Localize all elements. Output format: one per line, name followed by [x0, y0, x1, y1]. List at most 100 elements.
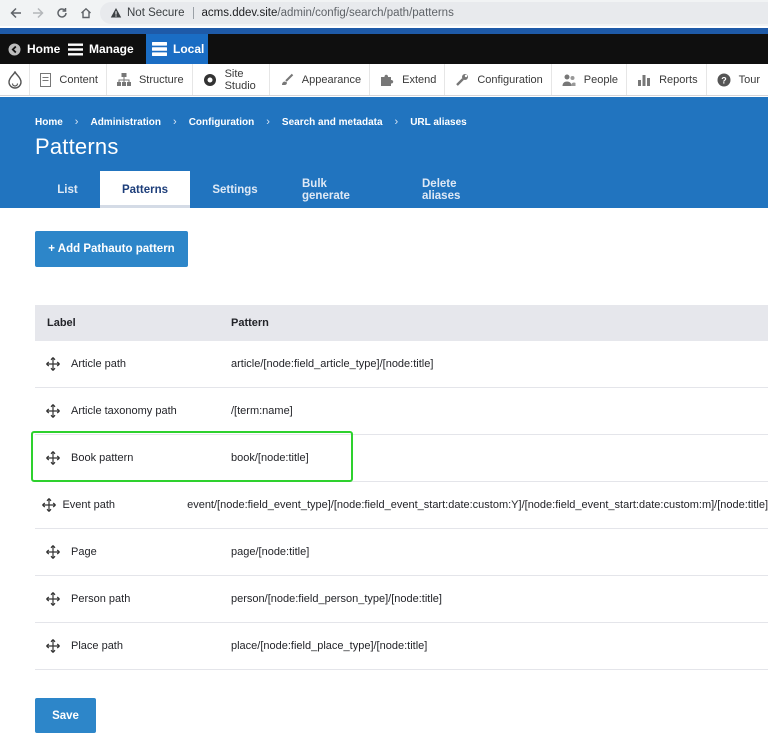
tab-patterns[interactable]: Patterns — [100, 171, 190, 208]
menu-content-label: Content — [59, 73, 98, 86]
row-label[interactable]: Place path — [71, 640, 220, 652]
breadcrumb-search-metadata[interactable]: Search and metadata — [282, 117, 383, 128]
breadcrumb-configuration[interactable]: Configuration — [189, 117, 255, 128]
row-label[interactable]: Article taxonomy path — [71, 405, 220, 417]
url-divider — [192, 7, 194, 19]
forward-arrow-icon[interactable] — [28, 3, 48, 23]
menu-configuration[interactable]: Configuration — [444, 64, 550, 95]
people-icon — [562, 73, 576, 87]
breadcrumb-administration[interactable]: Administration — [90, 117, 161, 128]
browser-accent-strip — [0, 26, 768, 34]
row-label[interactable]: Event path — [62, 499, 176, 511]
row-pattern: page/[node:title] — [231, 546, 310, 558]
back-arrow-icon[interactable] — [6, 3, 26, 23]
row-label[interactable]: Person path — [71, 593, 220, 605]
row-label[interactable]: Page — [71, 546, 220, 558]
tab-list[interactable]: List — [35, 171, 100, 208]
admin-menu-tray: Content Structure Site Studio Appearance… — [0, 64, 768, 96]
menu-tour-label: Tour — [738, 73, 760, 86]
drag-handle-icon[interactable] — [35, 404, 71, 418]
column-header-label: Label — [47, 317, 76, 329]
breadcrumb: Home › Administration › Configuration › … — [35, 116, 467, 128]
add-pathauto-pattern-button[interactable]: + Add Pathauto pattern — [35, 231, 188, 267]
drag-handle-icon[interactable] — [35, 498, 62, 512]
drag-handle-icon[interactable] — [35, 592, 71, 606]
puzzle-icon — [380, 73, 394, 87]
menu-reports[interactable]: Reports — [626, 64, 706, 95]
address-bar[interactable]: Not Secure acms.ddev.site/admin/config/s… — [100, 2, 768, 24]
bar-chart-icon — [637, 73, 651, 87]
tab-bulk-generate[interactable]: Bulk generate — [280, 171, 400, 208]
hamburger-icon — [68, 43, 83, 56]
toolbar-manage-label: Manage — [89, 42, 134, 56]
row-label[interactable]: Book pattern — [71, 452, 220, 464]
home-icon[interactable] — [76, 3, 96, 23]
row-pattern: book/[node:title] — [231, 452, 309, 464]
column-header-pattern: Pattern — [231, 317, 269, 329]
server-icon — [152, 42, 167, 56]
row-label[interactable]: Article path — [71, 358, 220, 370]
menu-configuration-label: Configuration — [477, 73, 543, 86]
row-pattern: event/[node:field_event_type]/[node:fiel… — [187, 499, 768, 511]
drag-handle-icon[interactable] — [35, 639, 71, 653]
drag-handle-icon[interactable] — [35, 357, 71, 371]
page-header: Home › Administration › Configuration › … — [0, 97, 768, 208]
breadcrumb-url-aliases[interactable]: URL aliases — [410, 117, 467, 128]
admin-toolbar: Home Manage Local — [0, 34, 768, 64]
save-button[interactable]: Save — [35, 698, 96, 733]
toolbar-local-label: Local — [173, 42, 205, 56]
security-label: Not Secure — [127, 7, 185, 19]
toolbar-home-label: Home — [27, 42, 61, 56]
structure-icon — [116, 73, 131, 86]
menu-appearance-label: Appearance — [301, 73, 362, 86]
menu-extend[interactable]: Extend — [369, 64, 444, 95]
table-row: Article path article/[node:field_article_… — [35, 341, 768, 388]
table-header: Label Pattern — [35, 305, 768, 341]
primary-tabs: List Patterns Settings Bulk generate Del… — [35, 171, 520, 208]
toolbar-home[interactable]: Home — [0, 34, 64, 64]
drag-handle-icon[interactable] — [35, 545, 71, 559]
table-row: Person path person/[node:field_person_typ… — [35, 576, 768, 623]
row-pattern: place/[node:field_place_type]/[node:titl… — [231, 640, 428, 652]
patterns-table: Label Pattern Article path article/[node:… — [35, 305, 768, 670]
menu-structure[interactable]: Structure — [105, 64, 192, 95]
menu-site-studio-label: Site Studio — [224, 67, 256, 92]
url-host: acms.ddev.site — [201, 7, 278, 19]
document-icon — [40, 72, 52, 87]
breadcrumb-home[interactable]: Home — [35, 117, 63, 128]
table-body: Article path article/[node:field_article_… — [35, 341, 768, 670]
breadcrumb-separator: › — [74, 116, 79, 128]
help-icon: ? — [717, 73, 731, 87]
menu-tour[interactable]: ? Tour — [705, 64, 768, 95]
menu-structure-label: Structure — [138, 73, 184, 86]
menu-content[interactable]: Content — [29, 64, 106, 95]
menu-reports-label: Reports — [659, 73, 698, 86]
reload-icon[interactable] — [52, 3, 72, 23]
tab-delete-aliases[interactable]: Delete aliases — [400, 171, 520, 208]
url-path: /admin/config/search/path/patterns — [277, 7, 454, 19]
table-row: Event path event/[node:field_event_type]/… — [35, 482, 768, 529]
row-pattern: /[term:name] — [231, 405, 293, 417]
browser-bar: Not Secure acms.ddev.site/admin/config/s… — [0, 0, 768, 26]
drag-handle-icon[interactable] — [35, 451, 71, 465]
menu-people-label: People — [583, 73, 619, 86]
site-studio-icon — [203, 73, 217, 87]
table-row: Article taxonomy path /[term:name] — [35, 388, 768, 435]
menu-people[interactable]: People — [550, 64, 626, 95]
menu-site-studio[interactable]: Site Studio — [191, 64, 269, 95]
warning-icon — [110, 7, 122, 19]
breadcrumb-separator: › — [173, 116, 177, 128]
tab-settings[interactable]: Settings — [190, 171, 280, 208]
svg-text:?: ? — [721, 75, 727, 85]
row-pattern: person/[node:field_person_type]/[node:ti… — [231, 593, 442, 605]
table-row: Book pattern book/[node:title] — [35, 435, 768, 482]
menu-appearance[interactable]: Appearance — [268, 64, 369, 95]
drupal-drop-icon[interactable] — [0, 70, 29, 89]
menu-extend-label: Extend — [402, 73, 437, 86]
toolbar-manage[interactable]: Manage — [64, 34, 146, 64]
row-pattern: article/[node:field_article_type]/[node:… — [231, 358, 434, 370]
table-row: Place path place/[node:field_place_type]/… — [35, 623, 768, 670]
breadcrumb-separator: › — [266, 116, 270, 128]
toolbar-local[interactable]: Local — [146, 34, 208, 64]
page-title: Patterns — [35, 134, 119, 159]
